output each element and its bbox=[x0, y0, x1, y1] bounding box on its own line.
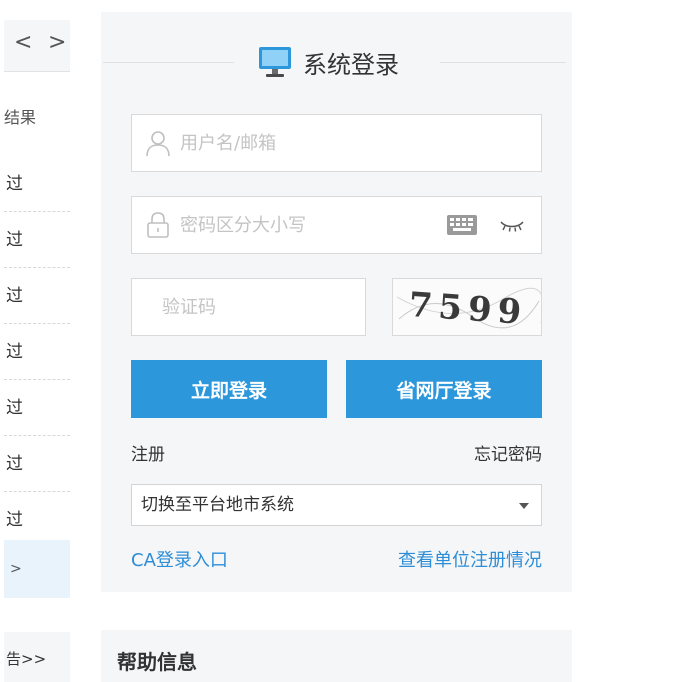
login-title-row: 系统登录 bbox=[101, 40, 572, 84]
password-input[interactable] bbox=[180, 209, 420, 241]
list-item: 过 bbox=[4, 436, 70, 492]
help-card: 帮助信息 bbox=[101, 630, 572, 682]
chevron-down-icon bbox=[519, 503, 529, 509]
prev-arrow[interactable]: < bbox=[14, 28, 32, 58]
list-item: 过 bbox=[4, 268, 70, 324]
login-card: 系统登录 用户名/邮箱 验证码 7599 立即登录 省网厅登录 注册 忘记密码 … bbox=[101, 12, 572, 592]
platform-select-value: 切换至平台地市系统 bbox=[141, 495, 294, 515]
left-nav: < > bbox=[4, 20, 70, 72]
username-input[interactable] bbox=[180, 127, 420, 159]
list-item: 过 bbox=[4, 324, 70, 380]
list-item: 过 bbox=[4, 156, 70, 212]
captcha-image[interactable]: 7599 bbox=[392, 278, 542, 336]
eye-closed-icon[interactable] bbox=[498, 215, 526, 235]
lock-icon bbox=[147, 212, 169, 238]
left-result-list: 过 过 过 过 过 过 过 bbox=[4, 156, 70, 548]
login-button[interactable]: 立即登录 bbox=[131, 360, 327, 418]
help-title: 帮助信息 bbox=[117, 650, 197, 674]
unit-registration-link[interactable]: 查看单位注册情况 bbox=[398, 546, 542, 572]
next-arrow[interactable]: > bbox=[48, 28, 66, 58]
keyboard-icon[interactable] bbox=[446, 213, 478, 237]
page: < > 结果 过 过 过 过 过 过 过 > 告>> 系统登录 用户名/邮箱 验… bbox=[0, 0, 696, 682]
forgot-password-link[interactable]: 忘记密码 bbox=[474, 440, 542, 465]
title-divider-left bbox=[103, 62, 234, 63]
captcha-field[interactable] bbox=[131, 278, 366, 336]
province-login-button[interactable]: 省网厅登录 bbox=[346, 360, 542, 418]
captcha-input[interactable] bbox=[162, 291, 342, 323]
list-item: 过 bbox=[4, 380, 70, 436]
left-more-button[interactable]: > bbox=[4, 540, 70, 598]
left-notice-link[interactable]: 告>> bbox=[4, 632, 70, 682]
register-link[interactable]: 注册 bbox=[131, 440, 165, 465]
platform-select[interactable]: 切换至平台地市系统 bbox=[131, 484, 542, 526]
list-item: 过 bbox=[4, 212, 70, 268]
title-divider-right bbox=[440, 62, 566, 63]
captcha-text: 7599 bbox=[407, 285, 528, 333]
user-icon bbox=[146, 131, 170, 157]
username-field[interactable] bbox=[131, 114, 542, 172]
login-title-text: 系统登录 bbox=[303, 50, 399, 79]
left-column-header: 结果 bbox=[4, 108, 37, 127]
ca-login-link[interactable]: CA登录入口 bbox=[131, 546, 228, 572]
monitor-icon bbox=[259, 47, 291, 77]
password-field[interactable] bbox=[131, 196, 542, 254]
login-title: 系统登录 bbox=[257, 40, 399, 84]
